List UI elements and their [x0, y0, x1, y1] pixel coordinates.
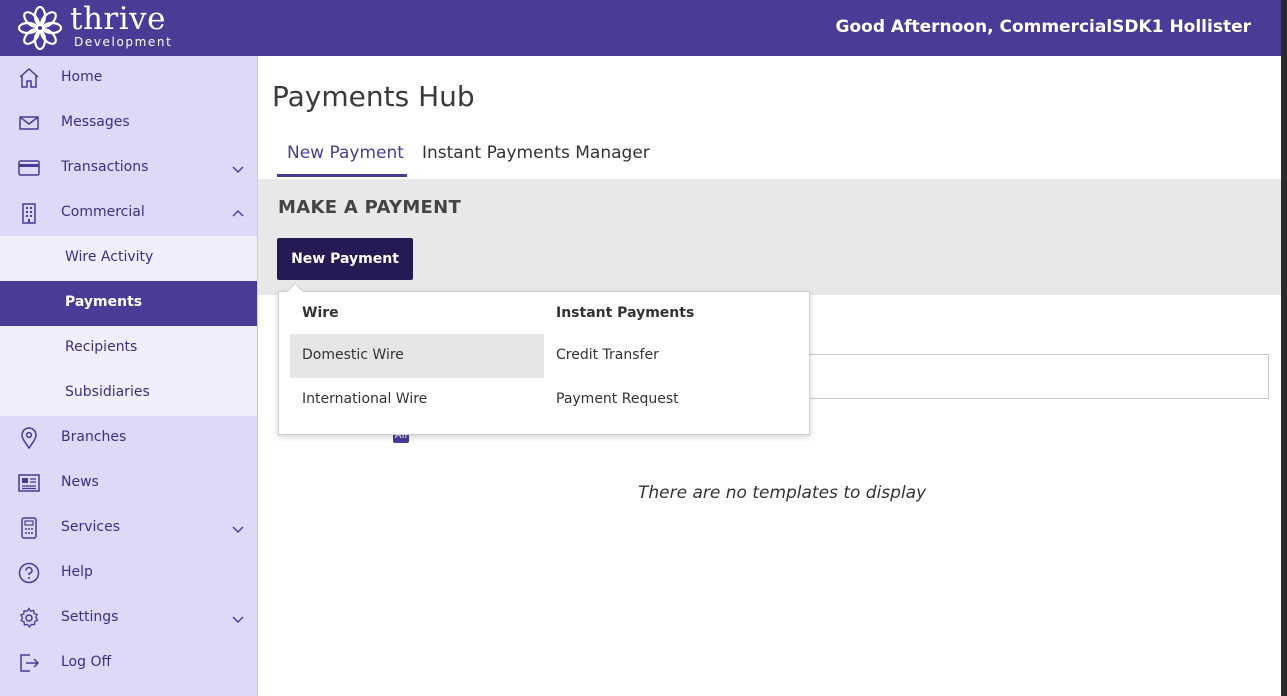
sidebar-item-label: Services	[61, 519, 121, 535]
location-pin-icon	[21, 427, 37, 449]
sidebar-item-log-off[interactable]: Log Off	[0, 641, 257, 686]
sidebar-subitem-label: Recipients	[65, 339, 138, 355]
sidebar-item-home[interactable]: Home	[0, 56, 257, 101]
tab-instant-payments-manager[interactable]: Instant Payments Manager	[422, 143, 650, 163]
sidebar-item-news[interactable]: News	[0, 461, 257, 506]
empty-templates-message: There are no templates to display	[638, 483, 927, 503]
logo-subtitle: Development	[74, 35, 173, 49]
page-title: Payments Hub	[272, 80, 475, 113]
building-icon	[22, 203, 36, 224]
thrive-logo[interactable]: thrive Development	[16, 4, 172, 52]
chevron-up-icon[interactable]	[232, 208, 244, 220]
credit-card-icon	[18, 160, 40, 176]
sidebar-item-label: Branches	[61, 429, 127, 445]
new-payment-button[interactable]: New Payment	[277, 238, 413, 280]
greeting-text: Good Afternoon, CommercialSDK1 Hollister	[835, 17, 1251, 37]
sidebar-subitem-subsidiaries[interactable]: Subsidiaries	[0, 371, 257, 416]
sidebar-item-help[interactable]: Help	[0, 551, 257, 596]
sidebar-item-label: Settings	[61, 609, 119, 625]
app-header: thrive Development Good Afternoon, Comme…	[0, 0, 1281, 56]
dropdown-item-credit-transfer[interactable]: Credit Transfer	[556, 347, 659, 363]
dropdown-heading-wire: Wire	[302, 305, 339, 321]
active-tab-indicator	[277, 174, 407, 177]
dropdown-item-payment-request[interactable]: Payment Request	[556, 391, 679, 407]
sidebar-item-label: Home	[61, 69, 103, 85]
dropdown-heading-instant-payments: Instant Payments	[556, 305, 695, 321]
help-icon	[18, 562, 40, 584]
sidebar-item-transactions[interactable]: Transactions	[0, 146, 257, 191]
chevron-down-icon[interactable]	[232, 163, 244, 175]
sidebar-item-label: Transactions	[61, 159, 149, 175]
sidebar-subitem-label: Subsidiaries	[65, 384, 150, 400]
template-search-input[interactable]	[800, 354, 1269, 399]
sidebar-item-label: Messages	[61, 114, 130, 130]
window-edge	[1281, 0, 1287, 696]
sidebar-item-commercial[interactable]: Commercial	[0, 191, 257, 236]
tab-new-payment[interactable]: New Payment	[287, 143, 404, 163]
sidebar-subitem-payments[interactable]: Payments	[0, 281, 257, 326]
sidebar-subitem-label: Wire Activity	[65, 249, 154, 265]
sidebar-item-label: Commercial	[61, 204, 145, 220]
home-icon	[19, 67, 39, 88]
logo-wordmark: thrive	[70, 1, 167, 37]
sidebar-subitem-recipients[interactable]: Recipients	[0, 326, 257, 371]
sidebar-item-services[interactable]: Services	[0, 506, 257, 551]
sidebar-item-messages[interactable]: Messages	[0, 101, 257, 146]
dropdown-item-international-wire[interactable]: International Wire	[302, 391, 427, 407]
flower-logo-icon	[17, 5, 63, 51]
sidebar-item-label: Log Off	[61, 654, 112, 670]
chevron-down-icon[interactable]	[232, 613, 244, 625]
gear-icon	[19, 607, 39, 628]
make-payment-heading: MAKE A PAYMENT	[278, 197, 462, 218]
sidebar-subitem-label: Payments	[65, 294, 143, 310]
sidebar-item-branches[interactable]: Branches	[0, 416, 257, 461]
calculator-icon	[21, 517, 37, 539]
sidebar-item-label: News	[61, 474, 99, 490]
newspaper-icon	[18, 474, 40, 492]
envelope-icon	[19, 116, 39, 130]
chevron-down-icon[interactable]	[232, 523, 244, 535]
sidebar-item-settings[interactable]: Settings	[0, 596, 257, 641]
sidebar: Home Messages Transactions Commercial Wi…	[0, 56, 258, 696]
dropdown-item-domestic-wire[interactable]: Domestic Wire	[302, 347, 404, 363]
dropdown-caret	[287, 282, 303, 292]
sidebar-item-label: Help	[61, 564, 93, 580]
sidebar-subitem-wire-activity[interactable]: Wire Activity	[0, 236, 257, 281]
logout-icon	[20, 654, 40, 672]
